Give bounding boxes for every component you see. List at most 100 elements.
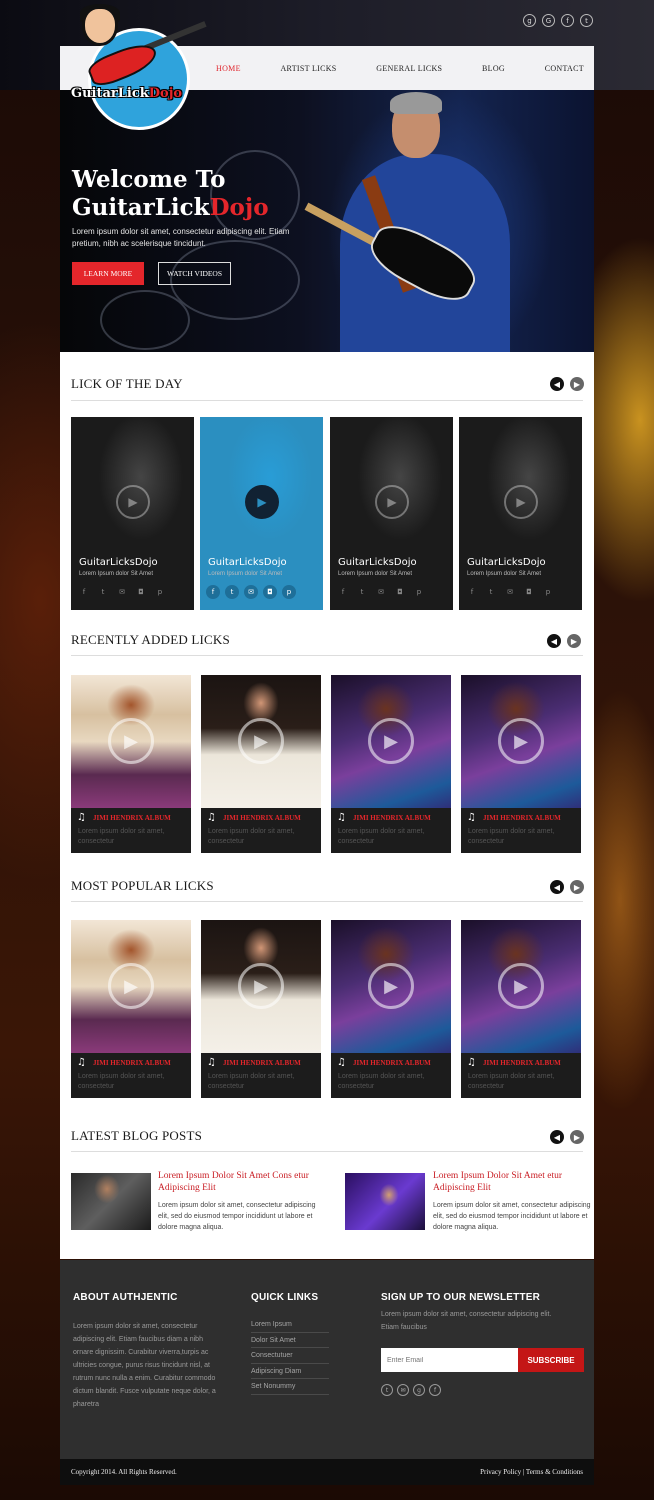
play-icon[interactable]: ▶ xyxy=(504,485,538,519)
album-title: JIMI HENDRIX ALBUM xyxy=(93,1059,171,1067)
pinterest-icon[interactable]: p xyxy=(153,585,167,599)
lick-card[interactable]: ▶ GuitarLicksDojo Lorem Ipsum dolor Sit … xyxy=(71,417,194,610)
footer-link[interactable]: Dolor Sit Amet xyxy=(251,1333,329,1348)
blog-post-image[interactable] xyxy=(345,1173,425,1230)
pinterest-icon[interactable]: p xyxy=(412,585,426,599)
instagram-icon[interactable]: ◘ xyxy=(263,585,277,599)
album-card[interactable]: ▶ ♫ JIMI HENDRIX ALBUM Lorem ipsum dolor… xyxy=(331,675,451,853)
footer-link[interactable]: Adipiscing Diam xyxy=(251,1364,329,1379)
twitter-icon[interactable]: t xyxy=(484,585,498,599)
album-card[interactable]: ▶ ♫ JIMI HENDRIX ALBUM Lorem ipsum dolor… xyxy=(71,920,191,1098)
nav-contact[interactable]: CONTACT xyxy=(545,64,584,73)
lick-subtitle: Lorem Ipsum dolor Sit Amet xyxy=(467,571,542,577)
play-icon[interactable]: ▶ xyxy=(498,963,544,1009)
nav-home[interactable]: HOME xyxy=(216,64,241,73)
twitter-icon[interactable]: t xyxy=(355,585,369,599)
legal-links[interactable]: Privacy Policy | Terms & Conditions xyxy=(480,1468,583,1476)
footer-about-text: Lorem ipsum dolor sit amet, consectetur … xyxy=(73,1323,216,1408)
twitter-icon[interactable]: t xyxy=(381,1384,393,1396)
prev-arrow-icon[interactable]: ◀ xyxy=(550,377,564,391)
facebook-icon[interactable]: f xyxy=(206,585,220,599)
google-plus-icon[interactable]: g xyxy=(413,1384,425,1396)
instagram-icon[interactable]: ◘ xyxy=(522,585,536,599)
footer-social-links: t ✉ g f xyxy=(381,1384,441,1396)
play-icon[interactable]: ▶ xyxy=(375,485,409,519)
play-icon[interactable]: ▶ xyxy=(368,963,414,1009)
album-description: Lorem ipsum dolor sit amet, consectetur xyxy=(78,828,165,845)
album-card[interactable]: ▶ ♫ JIMI HENDRIX ALBUM Lorem ipsum dolor… xyxy=(201,675,321,853)
album-card[interactable]: ▶ ♫ JIMI HENDRIX ALBUM Lorem ipsum dolor… xyxy=(71,675,191,853)
album-card[interactable]: ▶ ♫ JIMI HENDRIX ALBUM Lorem ipsum dolor… xyxy=(461,920,581,1098)
prev-arrow-icon[interactable]: ◀ xyxy=(547,634,561,648)
music-note-icon: ♫ xyxy=(337,812,346,823)
music-note-icon: ♫ xyxy=(467,1057,476,1068)
next-arrow-icon[interactable]: ▶ xyxy=(570,880,584,894)
play-icon[interactable]: ▶ xyxy=(108,718,154,764)
album-card[interactable]: ▶ ♫ JIMI HENDRIX ALBUM Lorem ipsum dolor… xyxy=(461,675,581,853)
play-icon[interactable]: ▶ xyxy=(116,485,150,519)
next-arrow-icon[interactable]: ▶ xyxy=(570,377,584,391)
lick-share-icons: f t ✉ ◘ p xyxy=(465,585,555,599)
blog-post-image[interactable] xyxy=(71,1173,151,1230)
pinterest-icon[interactable]: p xyxy=(282,585,296,599)
twitter-icon[interactable]: t xyxy=(225,585,239,599)
next-arrow-icon[interactable]: ▶ xyxy=(567,634,581,648)
site-logo[interactable]: GuitarLickDojo xyxy=(58,4,207,130)
section-divider xyxy=(71,1151,583,1152)
lick-card[interactable]: ▶ GuitarLicksDojo Lorem Ipsum dolor Sit … xyxy=(330,417,453,610)
play-icon[interactable]: ▶ xyxy=(245,485,279,519)
email-icon[interactable]: ✉ xyxy=(115,585,129,599)
copyright: Copyright 2014. All Rights Reserved. xyxy=(71,1468,177,1476)
play-icon[interactable]: ▶ xyxy=(238,963,284,1009)
play-icon[interactable]: ▶ xyxy=(368,718,414,764)
music-note-icon: ♫ xyxy=(77,812,86,823)
nav-blog[interactable]: BLOG xyxy=(482,64,505,73)
album-card[interactable]: ▶ ♫ JIMI HENDRIX ALBUM Lorem ipsum dolor… xyxy=(201,920,321,1098)
facebook-icon[interactable]: f xyxy=(561,14,574,27)
facebook-icon[interactable]: f xyxy=(429,1384,441,1396)
album-card[interactable]: ▶ ♫ JIMI HENDRIX ALBUM Lorem ipsum dolor… xyxy=(331,920,451,1098)
blog-post-title[interactable]: Lorem Ipsum Dolor Sit Amet etur Adipisci… xyxy=(433,1170,593,1194)
blog-post-title[interactable]: Lorem Ipsum Dolor Sit Amet Cons etur Adi… xyxy=(158,1170,318,1194)
pinterest-icon[interactable]: p xyxy=(541,585,555,599)
album-description: Lorem ipsum dolor sit amet, consectetur xyxy=(78,1073,165,1090)
section-divider xyxy=(71,901,583,902)
hero-title: Welcome To GuitarLickDojo xyxy=(72,166,269,221)
twitter-icon[interactable]: t xyxy=(96,585,110,599)
email-icon[interactable]: ✉ xyxy=(503,585,517,599)
next-arrow-icon[interactable]: ▶ xyxy=(570,1130,584,1144)
section-title-blog: LATEST BLOG POSTS xyxy=(71,1128,203,1143)
email-icon[interactable]: ✉ xyxy=(374,585,388,599)
album-description: Lorem ipsum dolor sit amet, consectetur xyxy=(208,1073,295,1090)
album-title: JIMI HENDRIX ALBUM xyxy=(353,1059,431,1067)
subscribe-button[interactable]: SUBSCRIBE xyxy=(518,1348,584,1372)
twitter-icon[interactable]: t xyxy=(580,14,593,27)
instagram-icon[interactable]: ◘ xyxy=(134,585,148,599)
footer-link[interactable]: Consectutuer xyxy=(251,1348,329,1364)
play-icon[interactable]: ▶ xyxy=(498,718,544,764)
email-input[interactable] xyxy=(381,1348,518,1372)
instagram-icon[interactable]: ◘ xyxy=(393,585,407,599)
play-icon[interactable]: ▶ xyxy=(108,963,154,1009)
facebook-icon[interactable]: f xyxy=(465,585,479,599)
lick-card[interactable]: ▶ GuitarLicksDojo Lorem Ipsum dolor Sit … xyxy=(200,417,323,610)
watch-videos-button[interactable]: WATCH VIDEOS xyxy=(158,262,231,285)
lick-title: GuitarLicksDojo xyxy=(338,557,417,568)
email-icon[interactable]: ✉ xyxy=(397,1384,409,1396)
lick-subtitle: Lorem Ipsum dolor Sit Amet xyxy=(208,571,283,577)
nav-artist-licks[interactable]: ARTIST LICKS xyxy=(280,64,336,73)
facebook-icon[interactable]: f xyxy=(77,585,91,599)
email-icon[interactable]: ✉ xyxy=(244,585,258,599)
play-icon[interactable]: ▶ xyxy=(238,718,284,764)
lick-card[interactable]: ▶ GuitarLicksDojo Lorem Ipsum dolor Sit … xyxy=(459,417,582,610)
learn-more-button[interactable]: LEARN MORE xyxy=(72,262,144,285)
google-plus-icon[interactable]: g xyxy=(523,14,536,27)
facebook-icon[interactable]: f xyxy=(336,585,350,599)
google-icon[interactable]: G xyxy=(542,14,555,27)
lick-subtitle: Lorem Ipsum dolor Sit Amet xyxy=(338,571,413,577)
prev-arrow-icon[interactable]: ◀ xyxy=(550,1130,564,1144)
footer-link[interactable]: Set Nonummy xyxy=(251,1379,329,1395)
prev-arrow-icon[interactable]: ◀ xyxy=(550,880,564,894)
nav-general-licks[interactable]: GENERAL LICKS xyxy=(376,64,442,73)
footer-link[interactable]: Lorem Ipsum xyxy=(251,1317,329,1333)
